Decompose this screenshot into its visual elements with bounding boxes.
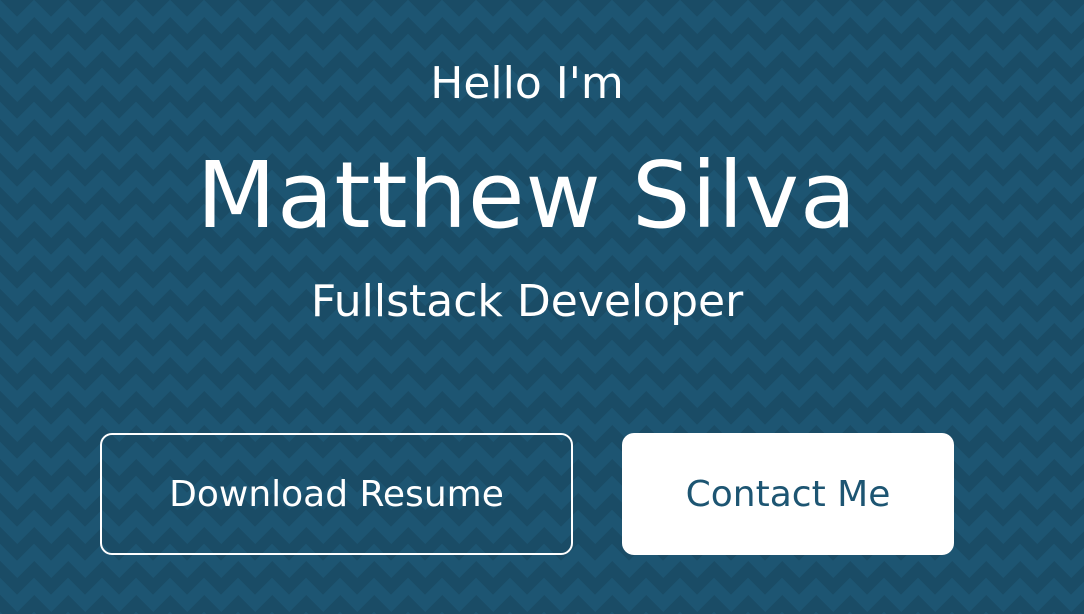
hero-name: Matthew Silva — [196, 142, 858, 249]
download-resume-button[interactable]: Download Resume — [100, 433, 573, 555]
contact-me-label: Contact Me — [685, 473, 891, 515]
hero-section: Hello I'm Matthew Silva Fullstack Develo… — [0, 0, 1084, 614]
download-resume-label: Download Resume — [169, 473, 504, 515]
contact-me-button[interactable]: Contact Me — [622, 433, 954, 555]
greeting-text: Hello I'm — [430, 58, 624, 109]
hero-role: Fullstack Developer — [310, 276, 744, 327]
